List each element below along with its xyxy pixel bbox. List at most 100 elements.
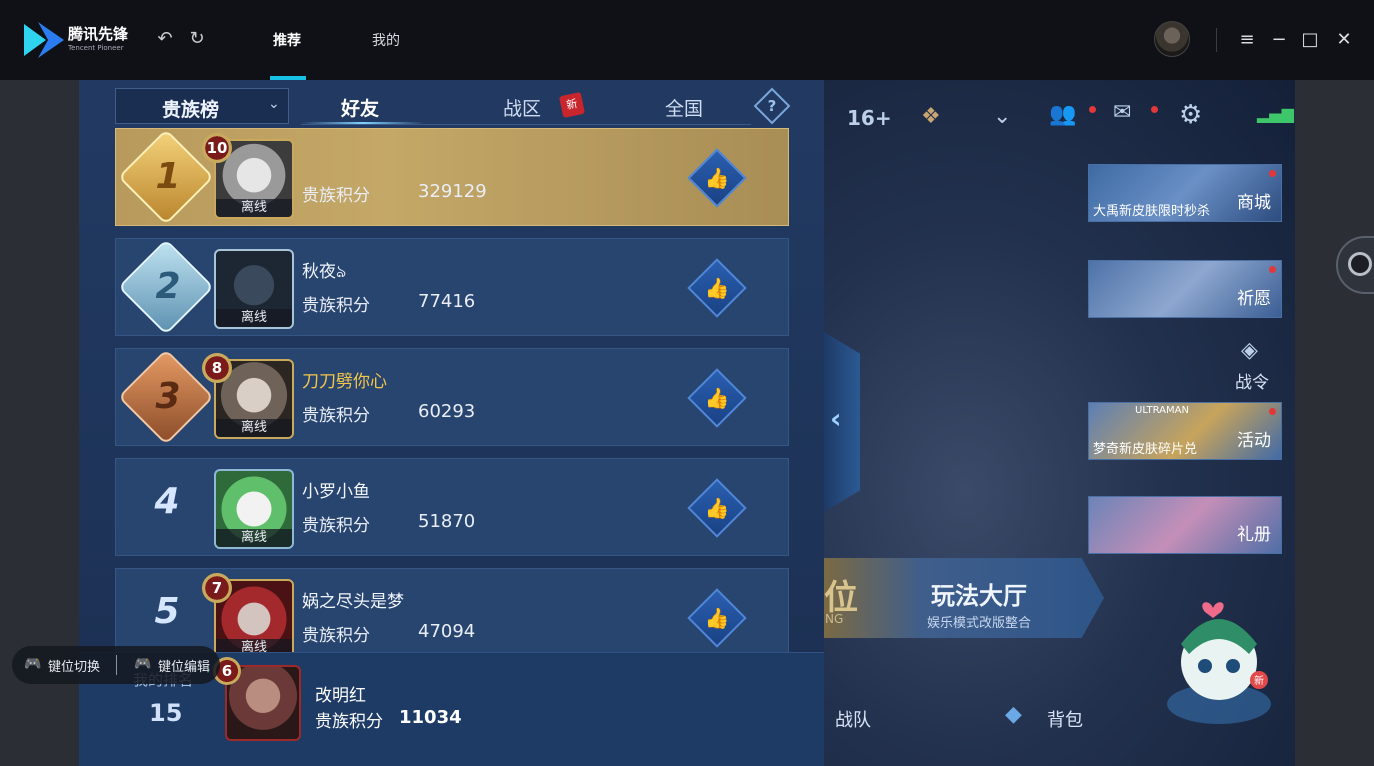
leaderboard-row[interactable]: 4 离线 小罗小鱼 贵族积分 51870 👍 [115,458,789,556]
backpack-icon: ◆ [1005,702,1022,727]
close-icon[interactable]: ✕ [1332,28,1356,52]
score-value: 47094 [418,621,476,642]
nobility-level-badge: 10 [202,133,232,163]
wifi-signal-icon: ▂▄▆ [1257,104,1294,123]
tabs-divider [301,124,751,125]
score-value: 329129 [418,181,487,202]
floating-assist-button[interactable] [1336,236,1374,294]
chevron-down-icon: ⌄ [268,96,280,112]
tab-national[interactable]: 全国 [665,94,703,121]
record-icon [1348,252,1372,276]
like-button[interactable]: 👍 [687,148,747,208]
my-rank-number: 15 [149,699,183,727]
notification-dot [1269,408,1276,415]
like-button[interactable]: 👍 [687,588,747,648]
thumbs-up-icon: 👍 [704,496,730,520]
offline-status: 离线 [216,199,292,217]
backpack-button[interactable]: 背包 [1047,706,1083,732]
gamepad-edit-icon: 🎮 [134,656,152,672]
my-player-name: 改明红 [315,686,366,706]
key-edit-button[interactable]: 键位编辑 [158,656,210,675]
rank-number: 3 [155,376,181,417]
tab-region[interactable]: 战区 [503,94,541,121]
my-score-value: 11034 [399,707,462,728]
title-bar: 腾讯先锋 Tencent Pioneer ↶ ↻ 推荐 我的 ≡ − □ ✕ [0,0,1374,80]
score-label: 贵族积分 [302,626,370,646]
nobility-level-badge: 8 [202,353,232,383]
leaderboard-type-label: 贵族榜 [162,99,220,121]
offline-status: 离线 [216,309,292,327]
event-label: 活动 [1237,431,1271,451]
key-switch-button[interactable]: 键位切换 [48,656,100,675]
event-header: ULTRAMAN [1135,405,1189,416]
thumbs-up-icon: 👍 [704,606,730,630]
new-badge: 新 [558,91,586,119]
like-button[interactable]: 👍 [687,368,747,428]
like-button[interactable]: 👍 [687,478,747,538]
minimize-icon[interactable]: − [1267,28,1291,52]
score-value: 51870 [418,511,476,532]
chevron-down-icon[interactable]: ⌄ [993,104,1011,129]
score-value: 77416 [418,291,476,312]
notification-dot [1089,106,1096,113]
game-lobby-title[interactable]: 玩法大厅 [931,576,1027,611]
player-avatar[interactable]: 离线 [214,249,294,329]
rank-number: 1 [155,156,181,197]
rank-number: 5 [154,591,180,632]
offline-status: 离线 [216,529,292,547]
key-controls-divider [116,655,117,675]
age-rating: 16+ [847,106,892,130]
battle-pass-icon[interactable]: ◈ [1241,338,1258,363]
player-name: 小罗小鱼 [302,482,370,502]
mascot-new-badge: 新 [1254,674,1264,687]
maximize-icon[interactable]: □ [1298,28,1322,52]
logo-subtext: Tencent Pioneer [68,44,124,52]
mascot-character-icon[interactable]: 新 [1159,584,1277,734]
score-label: 贵族积分 [302,516,370,536]
tab-friends[interactable]: 好友 [341,94,379,121]
leaderboard-tabs: 贵族榜 ⌄ 好友 战区 新 全国 ? [115,87,791,126]
thumbs-up-icon: 👍 [704,386,730,410]
leaderboard-row[interactable]: 2 离线 秋夜ঌ 贵族积分 77416 👍 [115,238,789,336]
nobility-level-badge: 7 [202,573,232,603]
user-avatar[interactable] [1154,21,1190,57]
gift-book-label: 礼册 [1237,525,1271,545]
like-button[interactable]: 👍 [687,258,747,318]
event-card[interactable]: ULTRAMAN 梦奇新皮肤碎片兑 活动 [1088,402,1282,460]
player-avatar[interactable]: 离线 [214,469,294,549]
leaderboard-row[interactable]: 3 离线 8 刀刀劈你心 贵族积分 60293 👍 [115,348,789,446]
shop-caption: 大禹新皮肤限时秒杀 [1093,204,1211,219]
game-viewport: 贵族榜 ⌄ 好友 战区 新 全国 ? 1 离线 10 贵族积分 329129 👍… [79,80,1295,766]
tencent-pioneer-logo [24,22,64,58]
notification-dot [1151,106,1158,113]
shop-card[interactable]: 大禹新皮肤限时秒杀 商城 [1088,164,1282,222]
refresh-icon[interactable]: ↻ [186,28,208,50]
battle-pass-label[interactable]: 战令 [1235,368,1269,393]
key-mapping-controls: 🎮 键位切换 🎮 键位编辑 [12,646,220,684]
leaderboard-row[interactable]: 1 离线 10 贵族积分 329129 👍 [115,128,789,226]
chevron-left-icon: ‹ [830,402,842,435]
tab-recommended[interactable]: 推荐 [273,30,301,50]
wish-card[interactable]: 祈愿 [1088,260,1282,318]
mail-icon[interactable]: ✉ [1113,100,1131,125]
score-label: 贵族积分 [302,296,370,316]
rank-emblem-icon[interactable]: ❖ [921,104,941,129]
leaderboard-type-select[interactable]: 贵族榜 ⌄ [115,88,289,124]
wish-label: 祈愿 [1237,289,1271,309]
team-button[interactable]: 战队 [835,706,871,732]
settings-gear-icon[interactable]: ⚙ [1179,100,1202,130]
friends-icon[interactable]: 👥 [1049,102,1076,127]
gift-book-card[interactable]: 礼册 [1088,496,1282,554]
notification-dot [1269,266,1276,273]
thumbs-up-icon: 👍 [704,276,730,300]
score-label: 贵族积分 [302,406,370,426]
undo-icon[interactable]: ↶ [154,28,176,50]
shop-label: 商城 [1237,193,1271,213]
score-label: 贵族积分 [302,186,370,206]
menu-icon[interactable]: ≡ [1235,28,1259,52]
player-name: 秋夜ঌ [302,262,347,282]
logo-text: 腾讯先锋 [68,25,129,43]
tab-mine[interactable]: 我的 [372,30,400,50]
collapse-panel-handle[interactable]: ‹ [824,332,860,512]
help-icon[interactable]: ? [753,87,791,125]
